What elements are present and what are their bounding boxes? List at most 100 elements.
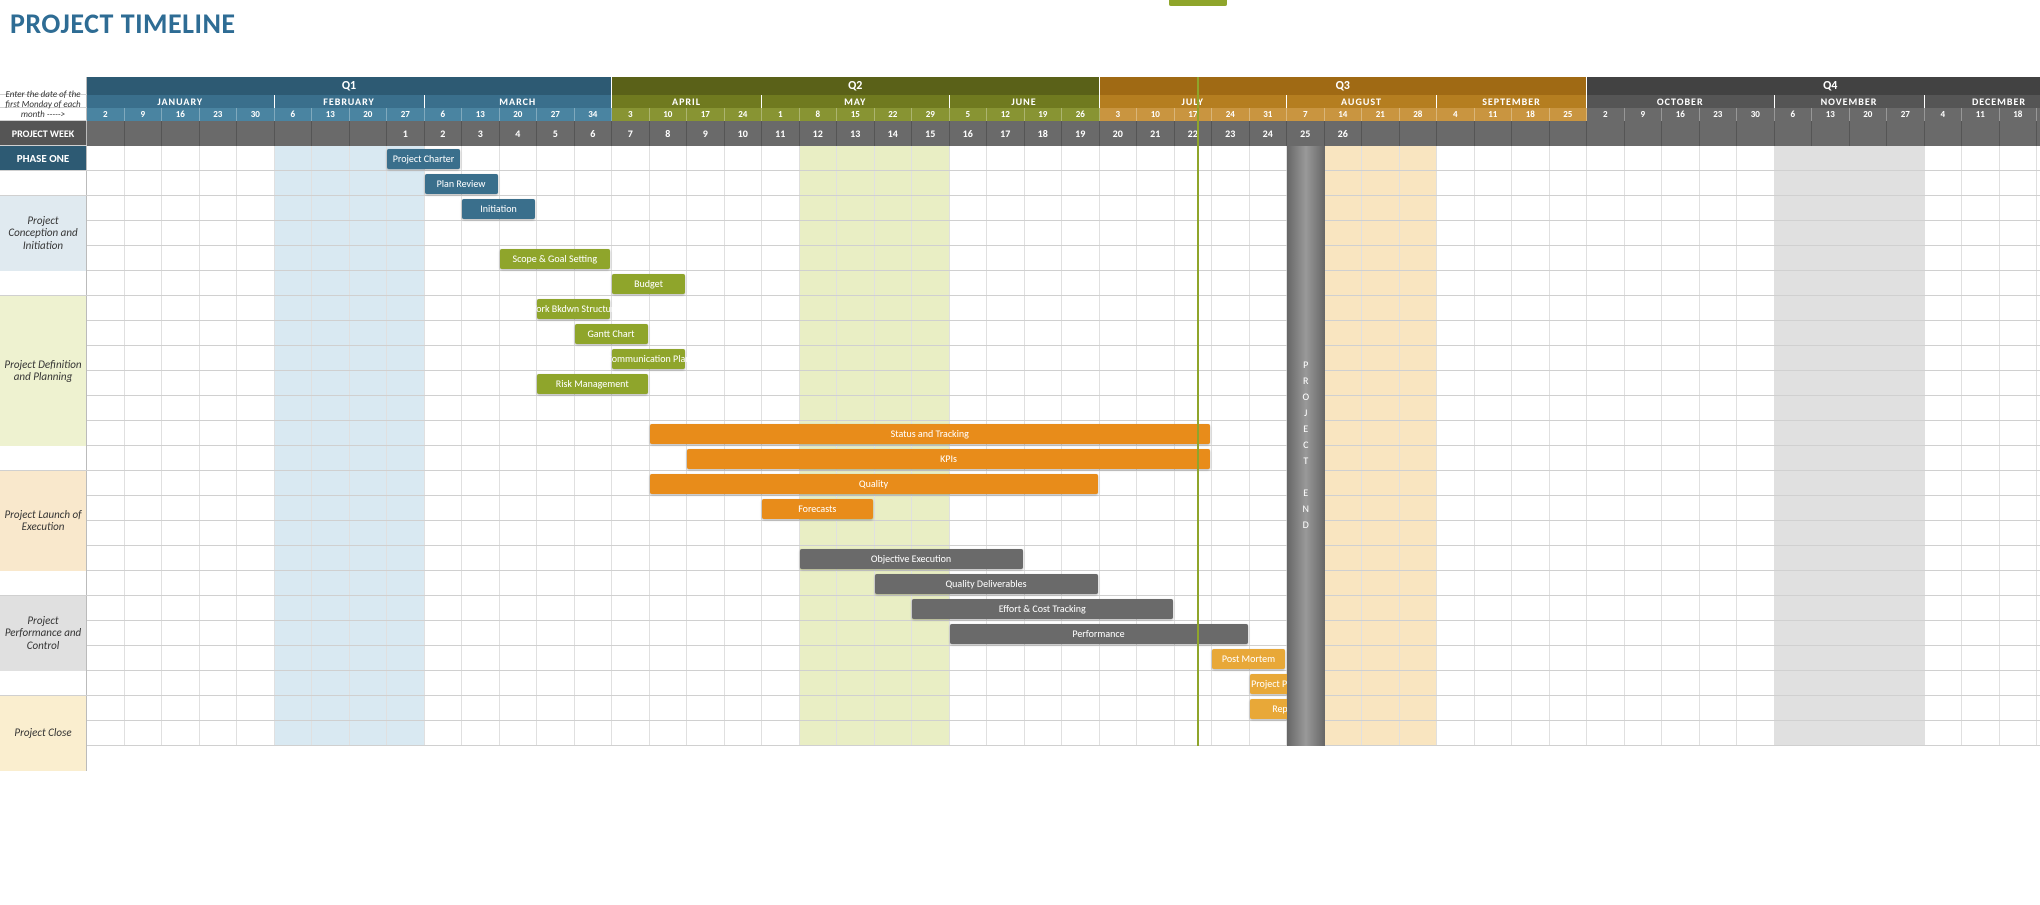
day-header: 2 — [87, 108, 125, 121]
gantt-bar[interactable]: Budget — [612, 274, 685, 294]
gantt-bar[interactable]: Initiation — [462, 199, 535, 219]
project-week-cell — [1700, 121, 1738, 146]
project-week-cell — [312, 121, 350, 146]
day-header: 4 — [1925, 108, 1963, 121]
project-week-cell: 21 — [1137, 121, 1175, 146]
project-week-cell — [87, 121, 125, 146]
day-header: 16 — [162, 108, 200, 121]
project-week-cell — [275, 121, 313, 146]
day-header: 3 — [1100, 108, 1138, 121]
project-week-cell: 24 — [1250, 121, 1288, 146]
project-end-column: PROJECT END — [1287, 146, 1325, 746]
gantt-bar[interactable]: Scope & Goal Setting — [500, 249, 611, 269]
month-header: MAY — [762, 95, 950, 108]
day-header: 30 — [237, 108, 275, 121]
project-week-cell — [1812, 121, 1850, 146]
gantt-bar[interactable]: Status and Tracking — [650, 424, 1211, 444]
gantt-bar[interactable]: Objective Execution — [800, 549, 1023, 569]
project-week-cell — [1475, 121, 1513, 146]
project-week-cell: 16 — [950, 121, 988, 146]
project-week-cell: 20 — [1100, 121, 1138, 146]
day-header: 2 — [1587, 108, 1625, 121]
day-header: 19 — [1025, 108, 1063, 121]
project-week-cell — [1550, 121, 1588, 146]
project-week-cell: 15 — [912, 121, 950, 146]
month-header: AUGUST — [1287, 95, 1437, 108]
day-header: 20 — [500, 108, 538, 121]
month-header: JANUARY — [87, 95, 275, 108]
day-header: 7 — [1287, 108, 1325, 121]
day-header: 26 — [1062, 108, 1100, 121]
phase-sub-header: Project Conception and Initiation — [0, 196, 87, 271]
month-header: NOVEMBER — [1775, 95, 1925, 108]
project-week-cell: 22 — [1175, 121, 1213, 146]
gantt-bar[interactable]: Work Bkdwn Structure — [537, 299, 610, 319]
project-week-cell: 8 — [650, 121, 688, 146]
project-week-cell — [1587, 121, 1625, 146]
project-week-cell — [2000, 121, 2038, 146]
phase-sub-header: Project Performance and Control — [0, 596, 87, 671]
month-header: APRIL — [612, 95, 762, 108]
day-header: 20 — [350, 108, 388, 121]
day-header: 27 — [387, 108, 425, 121]
day-header: 24 — [1212, 108, 1250, 121]
project-week-header: PROJECT WEEK — [0, 121, 87, 145]
day-header: 14 — [1325, 108, 1363, 121]
gantt-bar[interactable]: Plan Review — [425, 174, 498, 194]
project-week-cell: 2 — [425, 121, 463, 146]
gantt-body: PROJECT END PHASE ONEProject CharterProj… — [0, 146, 2040, 746]
day-header: 17 — [687, 108, 725, 121]
gantt-bar[interactable]: Quality — [650, 474, 1098, 494]
side-note: Enter the date of the first Monday of ea… — [0, 108, 87, 120]
day-header: 12 — [987, 108, 1025, 121]
project-week-cell — [1962, 121, 2000, 146]
phase-sub-header: Project Definition and Planning — [0, 296, 87, 446]
gantt-bar[interactable]: Effort & Cost Tracking — [912, 599, 1173, 619]
project-week-cell — [1512, 121, 1550, 146]
project-week-cell — [1400, 121, 1438, 146]
day-header: 18 — [2000, 108, 2038, 121]
day-header: 11 — [1962, 108, 2000, 121]
day-header: 6 — [1775, 108, 1813, 121]
day-header: 13 — [1812, 108, 1850, 121]
gantt-bar[interactable]: Performance — [950, 624, 1248, 644]
day-header: 18 — [1512, 108, 1550, 121]
gantt-bar[interactable]: Risk Management — [537, 374, 648, 394]
gantt-bar[interactable]: KPIs — [687, 449, 1210, 469]
month-header: FEBRUARY — [275, 95, 425, 108]
project-week-cell: 19 — [1062, 121, 1100, 146]
day-header: 21 — [1362, 108, 1400, 121]
project-week-cell: 11 — [762, 121, 800, 146]
project-week-cell: 14 — [875, 121, 913, 146]
today-marker-label: TODAY — [1169, 0, 1227, 6]
gantt-bar[interactable]: Gantt Chart — [575, 324, 648, 344]
project-week-cell: 25 — [1287, 121, 1325, 146]
project-week-cell — [162, 121, 200, 146]
calendar-header: Q1Q2Q3Q4JANUARYFEBRUARYMARCHAPRILMAYJUNE… — [0, 77, 2040, 146]
project-week-cell — [237, 121, 275, 146]
gantt-bar[interactable]: Project Charter — [387, 149, 460, 169]
project-week-cell — [350, 121, 388, 146]
gantt-bar[interactable]: Post Mortem — [1212, 649, 1285, 669]
project-week-cell: 9 — [687, 121, 725, 146]
gantt-bar[interactable]: Quality Deliverables — [875, 574, 1098, 594]
day-header: 27 — [537, 108, 575, 121]
day-header: 9 — [1625, 108, 1663, 121]
project-week-cell — [1925, 121, 1963, 146]
day-header: 6 — [425, 108, 463, 121]
project-week-cell: 12 — [800, 121, 838, 146]
day-header: 1 — [762, 108, 800, 121]
project-week-cell — [1850, 121, 1888, 146]
month-header: MARCH — [425, 95, 613, 108]
gantt-bar[interactable]: Forecasts — [762, 499, 873, 519]
project-week-cell: 26 — [1325, 121, 1363, 146]
day-header: 23 — [1700, 108, 1738, 121]
project-week-cell — [1775, 121, 1813, 146]
gantt-bar[interactable]: Communication Plan — [612, 349, 685, 369]
project-week-cell: 10 — [725, 121, 763, 146]
project-week-cell: 17 — [987, 121, 1025, 146]
day-header: 16 — [1662, 108, 1700, 121]
day-header: 22 — [875, 108, 913, 121]
project-week-cell — [1737, 121, 1775, 146]
day-header: 20 — [1850, 108, 1888, 121]
